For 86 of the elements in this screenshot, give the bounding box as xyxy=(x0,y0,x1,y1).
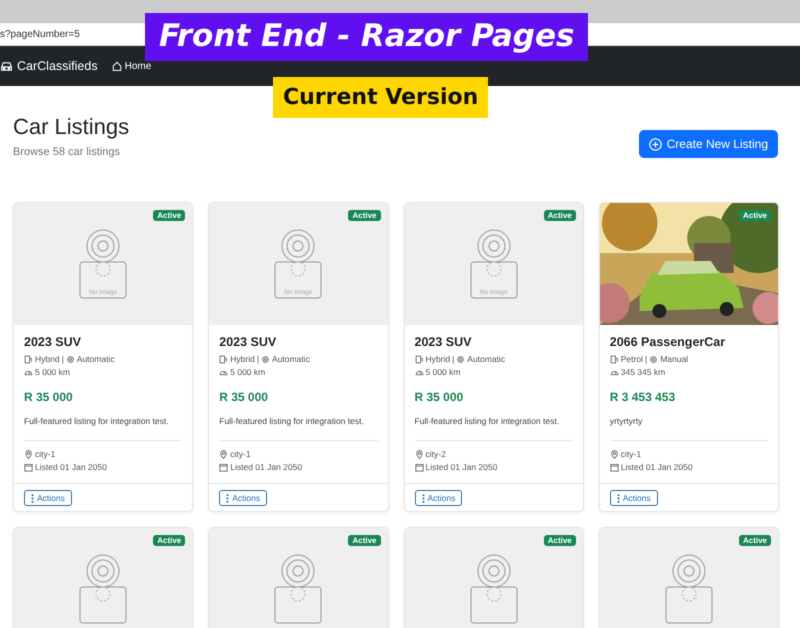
camera-placeholder-icon xyxy=(470,229,518,299)
location-pin-icon xyxy=(610,450,619,458)
actions-button[interactable]: Actions xyxy=(219,490,268,506)
mileage-text: 5 000 km xyxy=(426,367,460,377)
status-badge: Active xyxy=(544,210,576,221)
overlay-subtitle-banner: Current Version xyxy=(273,77,488,118)
location-text: city-1 xyxy=(620,449,642,459)
mileage-text: 5 000 km xyxy=(230,367,266,377)
price-text: R 35 000 xyxy=(414,390,464,404)
listing-title: 2023 SUV xyxy=(414,335,472,349)
page-title: Car Listings xyxy=(13,114,130,140)
price-text: R 35 000 xyxy=(24,390,74,404)
location-pin-icon xyxy=(24,450,33,458)
listed-date-text: Listed 01 Jan 2050 xyxy=(426,462,498,472)
fuel-pump-icon xyxy=(610,354,619,364)
price-text: R 3 453 453 xyxy=(610,390,676,404)
fuel-text: Hybrid xyxy=(426,354,450,364)
description-text: Full-featured listing for integration test. xyxy=(414,416,560,426)
status-badge: Active xyxy=(348,535,380,546)
calendar-icon xyxy=(414,462,424,472)
calendar-icon xyxy=(219,462,228,472)
fuel-text: Hybrid xyxy=(230,354,255,364)
fuel-pump-icon xyxy=(414,354,424,364)
create-listing-button[interactable]: Create New Listing xyxy=(638,130,778,158)
actions-button[interactable]: Actions xyxy=(24,490,72,506)
plus-circle-icon xyxy=(648,138,662,150)
location-text: city-2 xyxy=(426,449,446,459)
location-text: city-1 xyxy=(230,449,251,459)
car-icon xyxy=(0,60,13,72)
actions-button[interactable]: Actions xyxy=(610,490,658,506)
separator-text: | xyxy=(62,354,64,364)
fuel-text: Hybrid xyxy=(35,354,60,364)
fuel-pump-icon xyxy=(24,354,33,364)
listing-title: 2023 SUV xyxy=(219,335,278,349)
camera-placeholder-icon xyxy=(79,229,128,299)
transmission-text: Automatic xyxy=(467,354,506,364)
gear-icon xyxy=(66,354,75,364)
status-badge: Active xyxy=(348,210,380,221)
gear-icon xyxy=(456,354,466,364)
gear-icon xyxy=(649,354,658,364)
calendar-icon xyxy=(610,462,619,472)
location-pin-icon xyxy=(414,450,424,458)
price-text: R 35 000 xyxy=(219,390,269,404)
mileage-text: 5 000 km xyxy=(35,367,70,377)
description-text: Full-featured listing for integration test. xyxy=(219,416,365,426)
status-badge: Active xyxy=(153,535,186,546)
status-badge: Active xyxy=(738,210,771,221)
camera-placeholder-icon xyxy=(470,554,518,624)
transmission-text: Automatic xyxy=(76,354,115,364)
separator-text: | xyxy=(644,354,648,364)
camera-placeholder-icon xyxy=(274,554,322,624)
location-text: city-1 xyxy=(35,449,56,459)
listed-date-text: Listed 01 Jan 2050 xyxy=(230,462,302,472)
overlay-title-banner: Front End - Razor Pages xyxy=(145,13,588,61)
more-vertical-icon xyxy=(616,494,620,502)
status-badge: Active xyxy=(153,210,186,221)
home-icon xyxy=(112,61,122,71)
separator-text: | xyxy=(452,354,454,364)
fuel-pump-icon xyxy=(219,354,228,364)
more-vertical-icon xyxy=(31,494,34,502)
page-subtitle: Browse 58 car listings xyxy=(13,146,121,158)
camera-placeholder-icon xyxy=(664,554,713,624)
camera-placeholder-icon xyxy=(79,554,128,624)
location-pin-icon xyxy=(219,450,228,458)
description-text: yrtyrtyrty xyxy=(610,416,644,426)
actions-button[interactable]: Actions xyxy=(414,490,462,506)
description-text: Full-featured listing for integration test. xyxy=(24,416,170,426)
listed-date-text: Listed 01 Jan 2050 xyxy=(620,462,693,472)
transmission-text: Automatic xyxy=(272,354,310,364)
more-vertical-icon xyxy=(226,494,230,502)
listing-title: 2066 PassengerCar xyxy=(610,335,726,349)
transmission-text: Manual xyxy=(660,354,688,364)
calendar-icon xyxy=(24,462,33,472)
mileage-text: 345 345 km xyxy=(620,367,666,377)
fuel-text: Petrol xyxy=(620,354,643,364)
nav-link[interactable]: Home xyxy=(112,60,152,72)
listed-date-text: Listed 01 Jan 2050 xyxy=(35,462,107,472)
listing-title: 2023 SUV xyxy=(24,335,82,349)
status-badge: Active xyxy=(738,535,771,546)
more-vertical-icon xyxy=(422,494,424,502)
brand-link[interactable]: CarClassifieds xyxy=(0,59,98,73)
camera-placeholder-icon xyxy=(274,229,322,299)
status-badge: Active xyxy=(544,535,576,546)
url-text: s?pageNumber=5 xyxy=(0,28,80,40)
gear-icon xyxy=(261,354,270,364)
separator-text: | xyxy=(256,354,260,364)
